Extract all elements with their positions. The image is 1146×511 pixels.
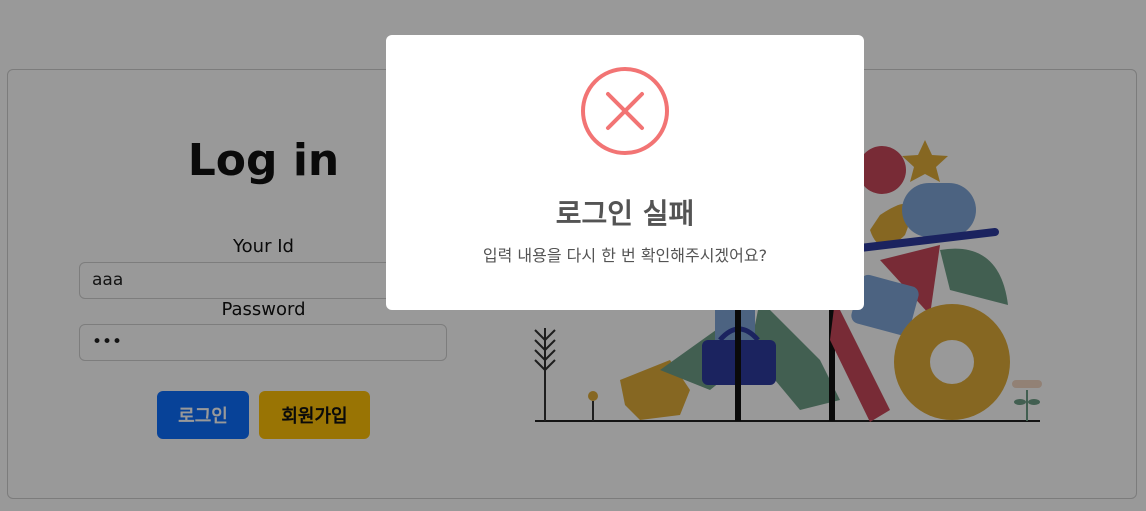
error-x-icon bbox=[581, 67, 669, 155]
dialog-title: 로그인 실패 bbox=[555, 197, 695, 230]
dialog-message: 입력 내용을 다시 한 번 확인해주시겠어요? bbox=[482, 246, 768, 265]
error-dialog: 로그인 실패 입력 내용을 다시 한 번 확인해주시겠어요? bbox=[386, 35, 864, 310]
